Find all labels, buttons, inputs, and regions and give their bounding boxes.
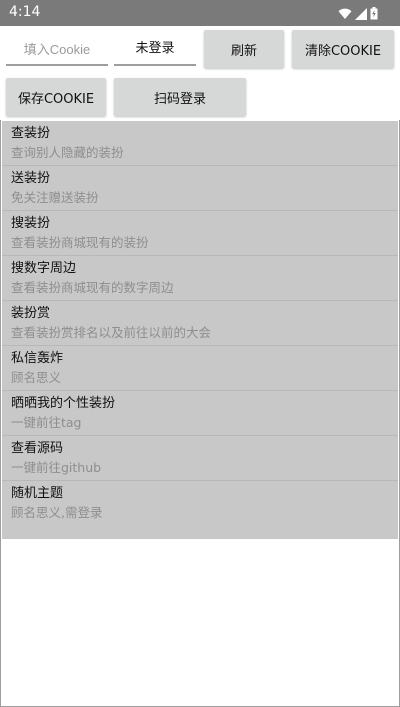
list-item-subtitle: 一键前往tag [11,415,82,430]
list-item-subtitle: 查询别人隐藏的装扮 [11,145,124,160]
battery-icon [370,5,378,24]
signal-icon [355,5,367,24]
status-icons [338,5,378,24]
list-item-subtitle: 查看装扮赏排名以及前往以前的大会 [11,325,212,340]
list-item-title: 查看源码 [11,441,64,456]
list-item-search-digital[interactable]: 搜数字周边 查看装扮商城现有的数字周边 [2,256,398,301]
list-item-outfit-reward[interactable]: 装扮赏 查看装扮赏排名以及前往以前的大会 [2,301,398,346]
list-item-subtitle: 一键前往github [11,460,102,475]
list-item-title: 查装扮 [11,126,51,141]
clear-cookie-button[interactable]: 清除COOKIE [292,30,394,68]
list-item-message-bomb[interactable]: 私信轰炸 顾名思义 [2,346,398,391]
list-item-show-outfit[interactable]: 晒晒我的个性装扮 一键前往tag [2,391,398,436]
status-bar: 4:14 [0,0,400,26]
refresh-button[interactable]: 刷新 [204,30,284,68]
wifi-icon [338,5,352,24]
list-item-subtitle: 查看装扮商城现有的数字周边 [11,280,174,295]
save-cookie-button[interactable]: 保存COOKIE [6,78,106,116]
status-time: 4:14 [9,4,41,20]
list-item-subtitle: 顾名思义,需登录 [11,505,103,520]
list-item-search-outfit[interactable]: 搜装扮 查看装扮商城现有的装扮 [2,211,398,256]
list-item-title: 搜数字周边 [11,261,77,276]
scan-login-button[interactable]: 扫码登录 [114,78,246,116]
login-status: 未登录 [114,34,196,66]
list-item-title: 送装扮 [11,171,51,186]
list-item-title: 晒晒我的个性装扮 [11,396,116,411]
feature-list: 查装扮 查询别人隐藏的装扮 送装扮 免关注赠送装扮 搜装扮 查看装扮商城现有的装… [2,121,398,539]
list-item-subtitle: 顾名思义 [11,370,62,385]
list-item-title: 随机主题 [11,486,64,501]
list-item-title: 私信轰炸 [11,351,64,366]
cookie-input[interactable] [6,34,108,66]
list-item-source-code[interactable]: 查看源码 一键前往github [2,436,398,481]
list-item-check-outfit[interactable]: 查装扮 查询别人隐藏的装扮 [2,121,398,166]
list-item-random-theme[interactable]: 随机主题 顾名思义,需登录 [2,481,398,529]
list-item-send-outfit[interactable]: 送装扮 免关注赠送装扮 [2,166,398,211]
list-item-title: 装扮赏 [11,306,51,321]
list-item-title: 搜装扮 [11,216,51,231]
list-item-subtitle: 免关注赠送装扮 [11,190,99,205]
list-item-subtitle: 查看装扮商城现有的装扮 [11,235,149,250]
